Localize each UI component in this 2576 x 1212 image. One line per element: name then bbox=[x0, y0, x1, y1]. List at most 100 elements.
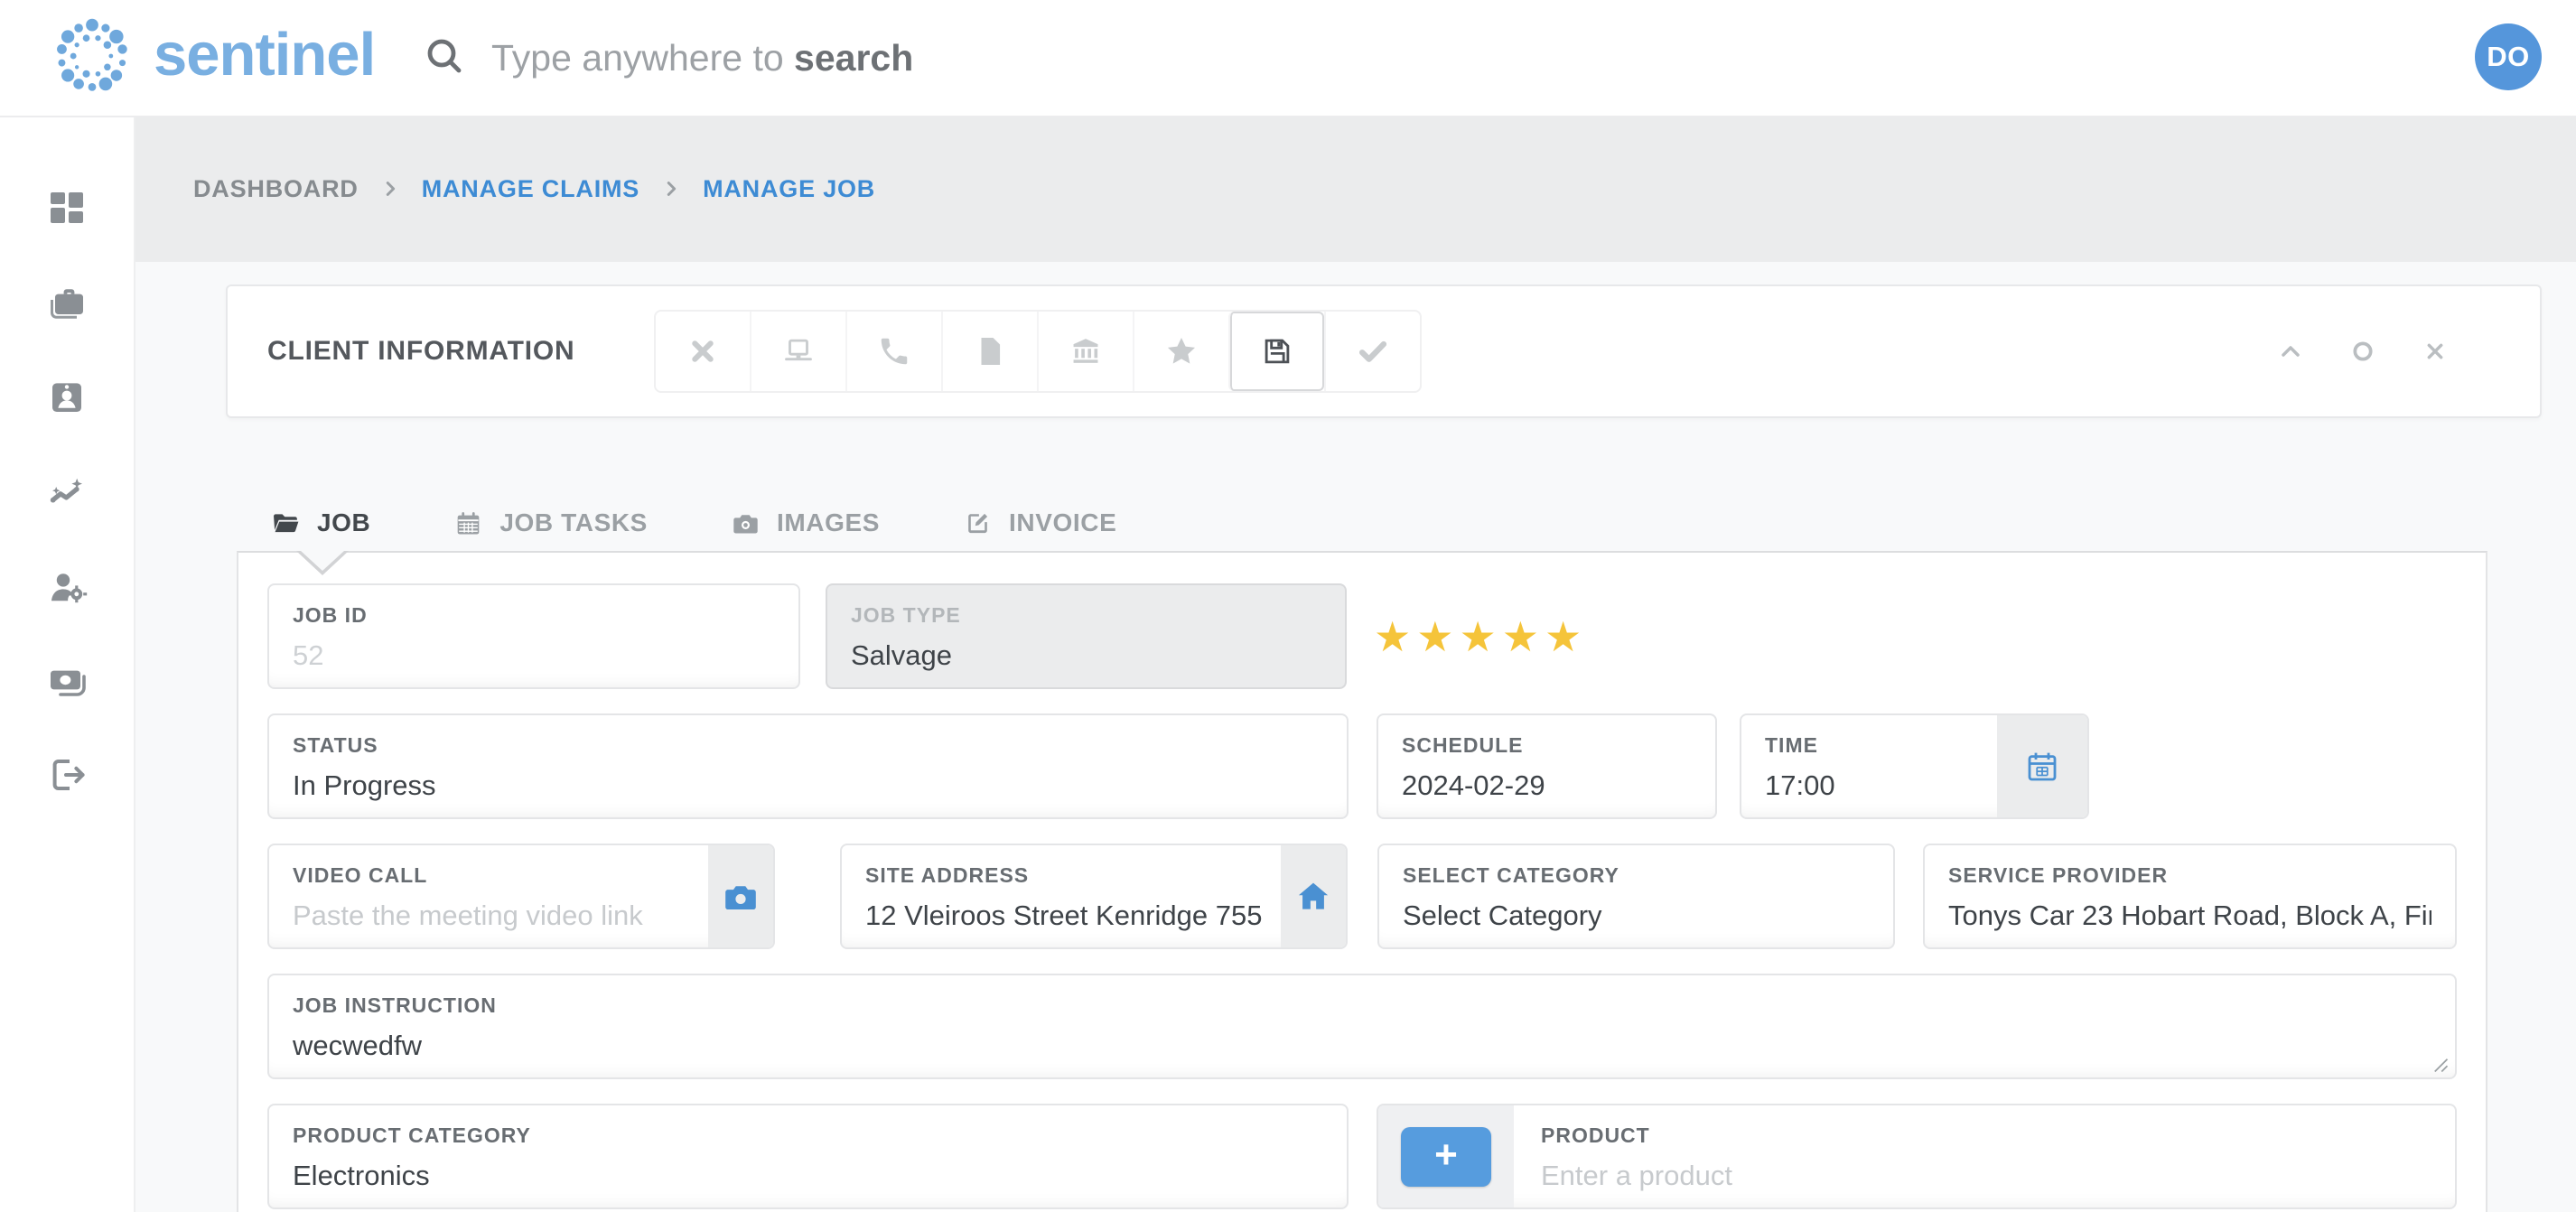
textarea-resize-handle[interactable] bbox=[2431, 1056, 2450, 1074]
service-provider-label: SERVICE PROVIDER bbox=[1948, 863, 2431, 888]
logout-icon bbox=[45, 753, 89, 797]
sidebar-item-payments[interactable] bbox=[45, 660, 89, 704]
user-avatar[interactable]: DO bbox=[2475, 23, 2542, 90]
client-information-panel: CLIENT INFORMATION bbox=[226, 284, 2542, 418]
tab-invoice-label: INVOICE bbox=[1009, 508, 1116, 537]
site-address-home-addon[interactable] bbox=[1281, 845, 1346, 947]
bank-button[interactable] bbox=[1037, 312, 1133, 391]
camera-icon bbox=[731, 508, 761, 538]
panel-window-controls bbox=[2276, 337, 2450, 366]
global-search-input[interactable]: Type anywhere to search bbox=[423, 0, 1236, 116]
payments-icon bbox=[45, 660, 89, 704]
product-category-label: PRODUCT CATEGORY bbox=[293, 1123, 1323, 1148]
phone-icon bbox=[877, 334, 911, 368]
breadcrumb-dashboard[interactable]: DASHBOARD bbox=[193, 175, 359, 203]
jobs-briefcase-icon bbox=[45, 281, 89, 324]
save-button[interactable] bbox=[1228, 312, 1324, 391]
check-icon bbox=[1356, 334, 1390, 368]
sidebar-item-user-settings[interactable] bbox=[45, 565, 89, 609]
add-product-button[interactable]: + bbox=[1401, 1127, 1491, 1187]
schedule-field[interactable]: SCHEDULE 2024-02-29 bbox=[1377, 713, 1717, 819]
star-icon bbox=[1164, 334, 1199, 368]
app-logo[interactable]: sentinel bbox=[47, 11, 375, 105]
tab-job-tasks[interactable]: JOB TASKS bbox=[453, 508, 648, 538]
select-category-field[interactable]: SELECT CATEGORY Select Category bbox=[1377, 844, 1895, 949]
job-instruction-field[interactable]: JOB INSTRUCTION wecwedfw bbox=[267, 974, 2457, 1079]
tab-job-tasks-label: JOB TASKS bbox=[499, 508, 648, 537]
confirm-button[interactable] bbox=[1324, 312, 1420, 391]
job-tabs: JOB JOB TASKS IMAGES bbox=[271, 495, 1116, 551]
close-panel-button[interactable] bbox=[2421, 337, 2450, 366]
contacts-badge-icon bbox=[45, 376, 89, 419]
video-call-camera-addon[interactable] bbox=[708, 845, 773, 947]
edit-invoice-icon bbox=[963, 508, 993, 538]
site-address-label: SITE ADDRESS bbox=[865, 863, 1265, 888]
tab-invoice[interactable]: INVOICE bbox=[963, 508, 1116, 538]
schedule-label: SCHEDULE bbox=[1402, 733, 1692, 758]
chevron-right-icon bbox=[380, 179, 400, 199]
job-type-value: Salvage bbox=[851, 639, 1321, 672]
sidebar-item-dashboard[interactable] bbox=[45, 186, 89, 229]
refresh-panel-button[interactable] bbox=[2348, 337, 2377, 366]
breadcrumb-manage-job[interactable]: MANAGE JOB bbox=[703, 175, 875, 203]
tab-images[interactable]: IMAGES bbox=[731, 508, 880, 538]
collapse-panel-button[interactable] bbox=[2276, 337, 2305, 366]
tab-job[interactable]: JOB bbox=[271, 508, 370, 538]
site-address-field[interactable]: SITE ADDRESS 12 Vleiroos Street Kenridge… bbox=[840, 844, 1348, 949]
time-field[interactable]: TIME 17:00 bbox=[1740, 713, 2089, 819]
calendar-icon bbox=[2023, 748, 2061, 786]
status-value: In Progress bbox=[293, 769, 1323, 802]
product-add-addon: + bbox=[1378, 1105, 1514, 1207]
rating-stars[interactable]: ★★★★★ bbox=[1374, 616, 1587, 657]
site-address-value: 12 Vleiroos Street Kenridge 755 bbox=[865, 900, 1265, 932]
sidebar-item-logout[interactable] bbox=[45, 753, 89, 797]
close-x-icon bbox=[686, 334, 720, 368]
job-instruction-label: JOB INSTRUCTION bbox=[293, 993, 2431, 1018]
job-form-panel: JOB ID 52 JOB TYPE Salvage ★★★★★ STATUS … bbox=[237, 551, 2487, 1212]
service-provider-value: Tonys Car 23 Hobart Road, Block A, Fir bbox=[1948, 900, 2431, 932]
product-field[interactable]: PRODUCT Enter a product bbox=[1514, 1105, 2455, 1207]
main-content: DASHBOARD MANAGE CLAIMS MANAGE JOB CLIEN… bbox=[135, 116, 2576, 1212]
breadcrumb: DASHBOARD MANAGE CLAIMS MANAGE JOB bbox=[193, 116, 875, 262]
circle-icon bbox=[2348, 337, 2377, 366]
job-id-field[interactable]: JOB ID 52 bbox=[267, 583, 800, 689]
job-type-label: JOB TYPE bbox=[851, 603, 1321, 628]
status-label: STATUS bbox=[293, 733, 1323, 758]
cancel-button[interactable] bbox=[656, 312, 750, 391]
form-row-4: JOB INSTRUCTION wecwedfw bbox=[267, 974, 2457, 1079]
resize-grip-icon bbox=[2431, 1056, 2450, 1074]
video-call-label: VIDEO CALL bbox=[293, 863, 692, 888]
bank-icon bbox=[1069, 334, 1103, 368]
logo-text: sentinel bbox=[154, 24, 375, 92]
chevron-up-icon bbox=[2276, 337, 2305, 366]
product-placeholder: Enter a product bbox=[1541, 1160, 2428, 1192]
folder-open-icon bbox=[271, 508, 301, 538]
sidebar-item-analytics[interactable] bbox=[45, 471, 89, 514]
service-provider-field[interactable]: SERVICE PROVIDER Tonys Car 23 Hobart Roa… bbox=[1923, 844, 2457, 949]
panel-title: CLIENT INFORMATION bbox=[267, 336, 574, 367]
calendar-icon bbox=[453, 508, 483, 538]
document-button[interactable] bbox=[941, 312, 1037, 391]
laptop-button[interactable] bbox=[750, 312, 845, 391]
job-form: JOB ID 52 JOB TYPE Salvage ★★★★★ STATUS … bbox=[238, 553, 2486, 1212]
camera-icon bbox=[722, 878, 760, 916]
status-field[interactable]: STATUS In Progress bbox=[267, 713, 1349, 819]
job-id-label: JOB ID bbox=[293, 603, 775, 628]
breadcrumb-manage-claims[interactable]: MANAGE CLAIMS bbox=[422, 175, 639, 203]
chevron-right-icon bbox=[661, 179, 681, 199]
job-type-field: JOB TYPE Salvage bbox=[826, 583, 1347, 689]
user-settings-icon bbox=[45, 565, 89, 609]
form-row-5: PRODUCT CATEGORY Electronics + PRODUCT E… bbox=[267, 1104, 2457, 1209]
product-group: + PRODUCT Enter a product bbox=[1377, 1104, 2457, 1209]
sidebar-item-jobs[interactable] bbox=[45, 281, 89, 324]
tab-job-label: JOB bbox=[317, 508, 370, 537]
left-sidebar bbox=[0, 116, 135, 1212]
star-button[interactable] bbox=[1133, 312, 1228, 391]
analytics-icon bbox=[45, 471, 89, 514]
time-calendar-addon[interactable] bbox=[1997, 715, 2087, 817]
phone-button[interactable] bbox=[845, 312, 941, 391]
video-call-field[interactable]: VIDEO CALL Paste the meeting video link bbox=[267, 844, 775, 949]
sidebar-item-contacts[interactable] bbox=[45, 376, 89, 419]
product-category-field[interactable]: PRODUCT CATEGORY Electronics bbox=[267, 1104, 1349, 1209]
search-placeholder: Type anywhere to search bbox=[491, 37, 913, 79]
